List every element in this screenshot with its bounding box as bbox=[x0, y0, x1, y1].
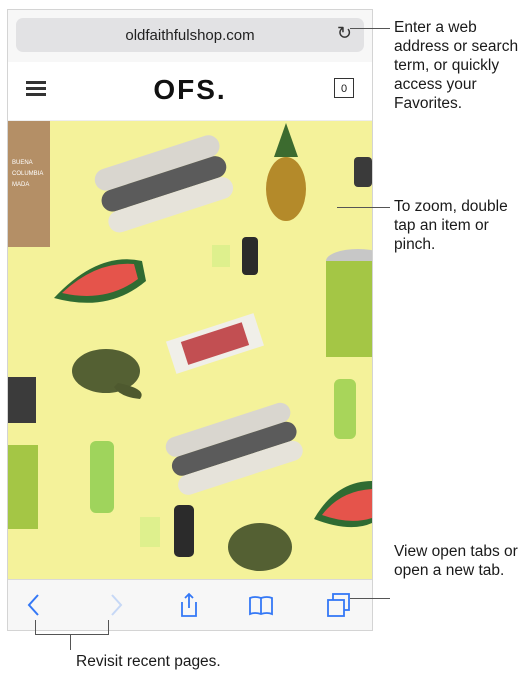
revisit-callout: Revisit recent pages. bbox=[76, 653, 221, 670]
site-header: OFS. 0 bbox=[8, 62, 372, 121]
hero-image: BUENA COLUMBIA MADA bbox=[8, 121, 372, 579]
forward-icon[interactable] bbox=[102, 590, 132, 620]
revisit-callout-line-h bbox=[35, 634, 109, 635]
revisit-callout-line-v1 bbox=[35, 620, 36, 634]
address-callout-line bbox=[350, 28, 390, 29]
tabs-callout-line bbox=[350, 598, 390, 599]
reload-icon[interactable]: ↻ bbox=[337, 23, 352, 44]
phone-screen: oldfaithfulshop.com ↻ OFS. 0 BUENA COLUM… bbox=[7, 9, 373, 631]
address-callout: Enter a web address or search term, or q… bbox=[394, 19, 519, 112]
tabs-callout: View open tabs or open a new tab. bbox=[394, 543, 518, 579]
svg-text:COLUMBIA: COLUMBIA bbox=[12, 171, 43, 177]
url-text[interactable]: oldfaithfulshop.com bbox=[16, 27, 364, 44]
zoom-callout-line bbox=[337, 207, 390, 208]
bookmarks-icon[interactable] bbox=[246, 590, 276, 620]
tabs-icon[interactable] bbox=[324, 590, 354, 620]
revisit-callout-line-down bbox=[70, 634, 71, 650]
share-icon[interactable] bbox=[174, 590, 204, 620]
svg-text:BUENA: BUENA bbox=[12, 160, 33, 166]
address-bar[interactable]: oldfaithfulshop.com ↻ bbox=[16, 18, 364, 52]
cart-icon[interactable]: 0 bbox=[334, 78, 354, 98]
product-still-life: BUENA COLUMBIA MADA bbox=[8, 121, 372, 579]
svg-text:MADA: MADA bbox=[12, 182, 29, 188]
revisit-callout-line-v2 bbox=[108, 620, 109, 634]
browser-toolbar bbox=[8, 579, 372, 630]
site-logo[interactable]: OFS. bbox=[8, 74, 372, 106]
zoom-callout: To zoom, double tap an item or pinch. bbox=[394, 198, 508, 253]
back-icon[interactable] bbox=[20, 590, 50, 620]
